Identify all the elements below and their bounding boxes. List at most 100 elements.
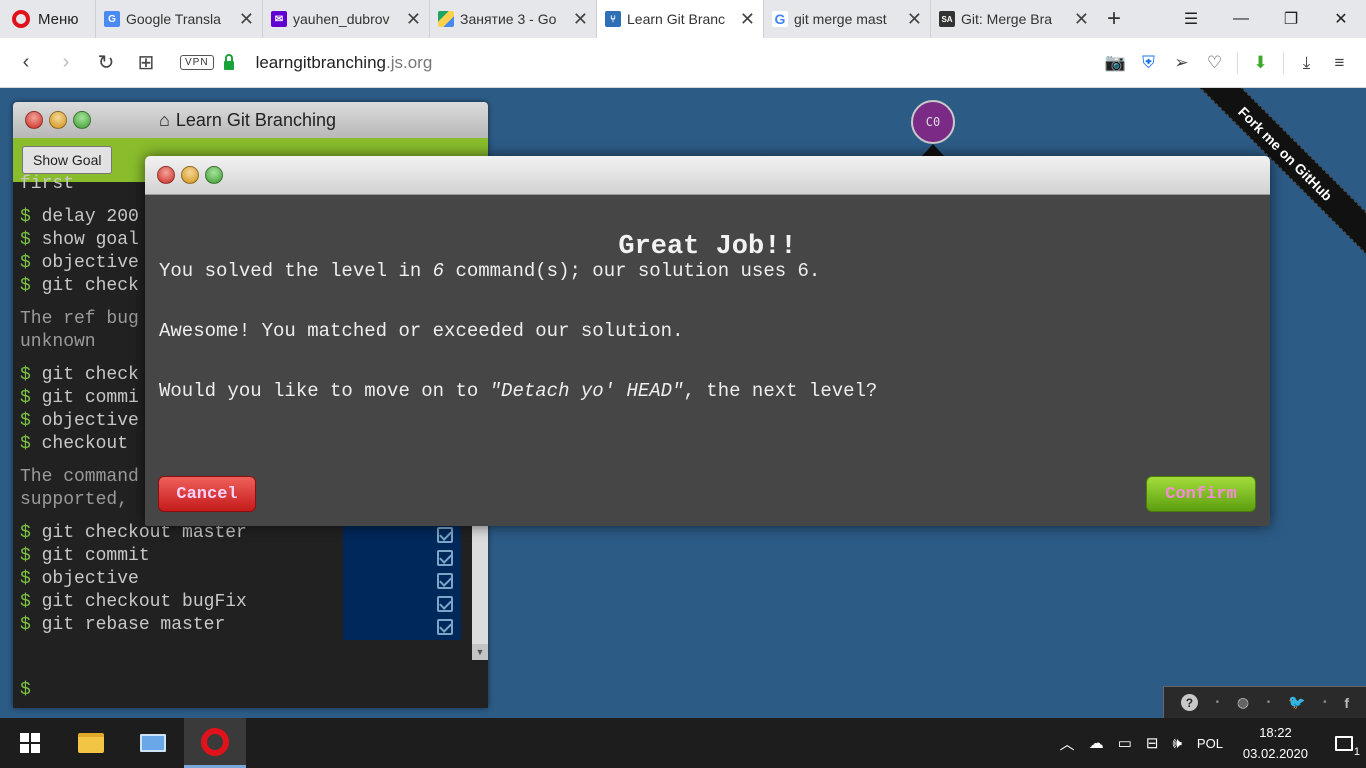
head-pointer-icon xyxy=(922,144,944,156)
camera-icon[interactable]: 📷 xyxy=(1099,48,1132,78)
address-bar-actions: 📷 ⛨ ➢ ♡ ⬇ ⤓ ≡ xyxy=(1099,38,1356,88)
show-goal-button[interactable]: Show Goal xyxy=(22,146,113,174)
globe-icon[interactable]: ◍ xyxy=(1237,694,1249,711)
taskbar-opera[interactable] xyxy=(184,718,246,768)
tab-google-drive[interactable]: Занятие 3 - Go ✕ xyxy=(429,0,596,38)
commit-label: C0 xyxy=(925,115,941,129)
divider xyxy=(1283,52,1284,74)
terminal-note: The ref bug xyxy=(20,309,139,329)
address-bar: ‹ › ↻ ⊞ VPN learngitbranching.js.org 📷 ⛨… xyxy=(0,38,1366,88)
close-tab-icon[interactable]: ✕ xyxy=(907,9,922,30)
cancel-button[interactable]: Cancel xyxy=(158,476,256,512)
dialog-heading: Great Job!! xyxy=(618,232,797,262)
taskbar-explorer[interactable] xyxy=(60,718,122,768)
close-tab-icon[interactable]: ✕ xyxy=(1074,9,1089,30)
page-canvas: C0 Fork me on GitHub ⌂ Learn Git Branchin… xyxy=(0,88,1366,718)
speed-dial-icon[interactable]: ⊞ xyxy=(126,43,166,83)
sa-icon: SA xyxy=(939,11,955,27)
terminal-line: $ objective xyxy=(20,569,139,589)
divider xyxy=(1237,52,1238,74)
extension-download-icon[interactable]: ⬇ xyxy=(1244,48,1277,78)
dialog-titlebar xyxy=(145,156,1270,195)
minimize-light-icon[interactable] xyxy=(181,166,199,184)
git-branching-icon: ⑂ xyxy=(605,11,621,27)
folder-icon xyxy=(78,733,104,753)
dialog-result-text: You solved the level in 6 command(s); ou… xyxy=(159,260,821,282)
browser-tab-strip: Меню G Google Transla ✕ ✉ yauhen_dubrov … xyxy=(0,0,1366,38)
menu-label: Меню xyxy=(38,10,79,28)
minimize-icon[interactable]: — xyxy=(1216,0,1266,38)
terminal-line: $ objective xyxy=(20,411,139,431)
twitter-icon[interactable]: 🐦 xyxy=(1288,694,1305,711)
notification-icon xyxy=(1335,735,1353,751)
onedrive-icon[interactable]: ☁ xyxy=(1089,734,1104,752)
terminal-line: $ git rebase master xyxy=(20,615,226,635)
taskbar-this-pc[interactable] xyxy=(122,718,184,768)
confirm-button[interactable]: Confirm xyxy=(1146,476,1256,512)
url-host: learngitbranching xyxy=(255,52,386,72)
adblock-shield-icon[interactable]: ⛨ xyxy=(1132,48,1165,78)
close-tab-icon[interactable]: ✕ xyxy=(740,9,755,30)
scroll-down-icon[interactable]: ▼ xyxy=(472,644,488,660)
action-center-button[interactable]: 1 xyxy=(1322,718,1366,768)
terminal-line: $ objective xyxy=(20,253,139,273)
downloads-icon[interactable]: ⤓ xyxy=(1290,48,1323,78)
opera-icon xyxy=(201,727,229,756)
show-hidden-icons-icon[interactable]: ︿ xyxy=(1060,733,1075,754)
facebook-icon[interactable]: f xyxy=(1344,695,1349,711)
close-tab-icon[interactable]: ✕ xyxy=(573,9,588,30)
terminal-line: $ git check xyxy=(20,365,139,385)
google-icon: G xyxy=(772,11,788,27)
google-translate-icon: G xyxy=(104,11,120,27)
terminal-line: $ checkout xyxy=(20,434,129,454)
send-icon[interactable]: ➢ xyxy=(1165,48,1198,78)
volume-icon[interactable]: 🕪 xyxy=(1172,735,1181,752)
command-input[interactable]: $ xyxy=(20,680,31,700)
close-light-icon[interactable] xyxy=(157,166,175,184)
separator-dot: • xyxy=(1215,697,1220,708)
easy-setup-icon[interactable]: ≡ xyxy=(1323,48,1356,78)
heart-icon[interactable]: ♡ xyxy=(1198,48,1231,78)
back-icon[interactable]: ‹ xyxy=(6,43,46,83)
tab-git-merge-search[interactable]: G git merge mast ✕ xyxy=(763,0,930,38)
check-icon xyxy=(437,550,453,566)
clock-time: 18:22 xyxy=(1259,725,1292,740)
terminal-note: The command xyxy=(20,467,139,487)
tab-yahoo-mail[interactable]: ✉ yauhen_dubrov ✕ xyxy=(262,0,429,38)
battery-icon[interactable]: ▭ xyxy=(1118,734,1132,752)
maximize-icon[interactable]: ❐ xyxy=(1266,0,1316,38)
opera-menu-button[interactable]: Меню xyxy=(0,0,95,38)
terminal-titlebar: ⌂ Learn Git Branching xyxy=(13,102,488,138)
vpn-badge[interactable]: VPN xyxy=(180,55,214,70)
help-icon[interactable]: ? xyxy=(1180,694,1198,711)
terminal-line: $ git commi xyxy=(20,388,139,408)
close-tab-icon[interactable]: ✕ xyxy=(406,9,421,30)
check-icon xyxy=(437,573,453,589)
zoom-light-icon[interactable] xyxy=(205,166,223,184)
tab-menu-icon[interactable]: ☰ xyxy=(1166,0,1216,38)
new-tab-button[interactable]: + xyxy=(1097,0,1131,38)
close-window-icon[interactable]: ✕ xyxy=(1316,0,1366,38)
url-field[interactable]: learngitbranching.js.org xyxy=(256,53,433,73)
terminal-line: $ git checkout master xyxy=(20,523,247,543)
language-indicator[interactable]: POL xyxy=(1197,736,1223,751)
close-tab-icon[interactable]: ✕ xyxy=(239,9,254,30)
forward-icon[interactable]: › xyxy=(46,43,86,83)
tab-google-translate[interactable]: G Google Transla ✕ xyxy=(95,0,262,38)
separator-dot: • xyxy=(1266,697,1271,708)
system-tray: ︿ ☁ ▭ ⊟ 🕪 POL 18:22 03.02.2020 1 xyxy=(1053,718,1366,768)
terminal-line: $ git check xyxy=(20,276,139,296)
window-controls: ☰ — ❐ ✕ xyxy=(1166,0,1366,38)
network-icon[interactable]: ⊟ xyxy=(1146,734,1159,752)
terminal-line: $ git commit xyxy=(20,546,150,566)
commit-node-c0[interactable]: C0 xyxy=(911,100,955,144)
start-button[interactable] xyxy=(0,718,60,768)
url-rest: .js.org xyxy=(385,52,433,72)
terminal-title-text: Learn Git Branching xyxy=(175,109,336,130)
clock[interactable]: 18:22 03.02.2020 xyxy=(1243,722,1308,764)
reload-icon[interactable]: ↻ xyxy=(86,43,126,83)
tab-git-merge-branch[interactable]: SA Git: Merge Bra ✕ xyxy=(930,0,1097,38)
tab-learn-git-branching[interactable]: ⑂ Learn Git Branc ✕ xyxy=(596,0,763,38)
lock-icon[interactable] xyxy=(223,54,234,70)
level-complete-dialog: Great Job!! You solved the level in 6 co… xyxy=(145,156,1270,526)
